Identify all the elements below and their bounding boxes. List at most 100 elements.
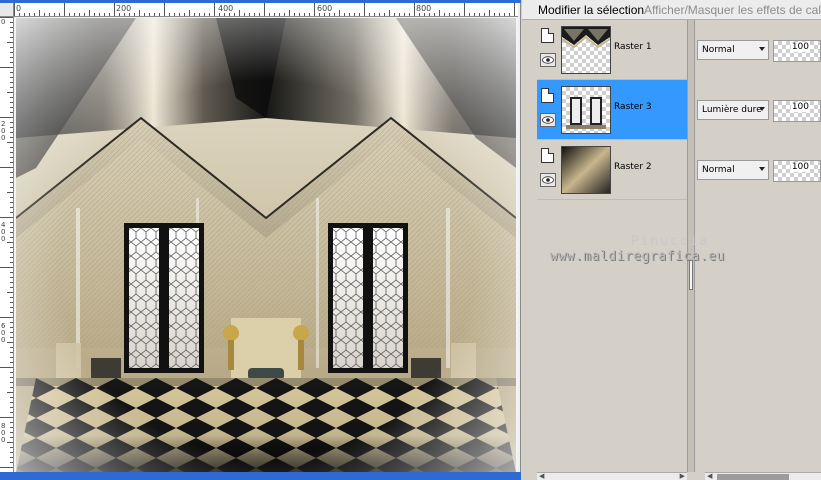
blend-mode-value: Normal (702, 165, 735, 175)
ruler-tick (299, 13, 300, 16)
ruler-tick (179, 13, 180, 16)
ruler-tick (204, 13, 205, 16)
scroll-left-icon[interactable]: ◀ (707, 473, 712, 480)
ruler-tick (7, 292, 13, 293)
ruler-tick (0, 67, 13, 68)
ruler-tick (199, 13, 200, 16)
layer-list: Raster 1 Raster 3 Raster 2 Normal 100 Lu… (522, 20, 821, 472)
ruler-tick (94, 13, 95, 16)
ruler-tick (0, 217, 13, 218)
tab-modify-selection[interactable]: Modifier la sélection (538, 3, 644, 17)
page-icon[interactable] (541, 148, 554, 163)
layer-row-raster-2[interactable]: Raster 2 (537, 140, 687, 200)
ruler-tick (10, 282, 13, 283)
layer-name[interactable]: Raster 2 (614, 162, 652, 172)
ruler-tick (10, 322, 13, 323)
ruler-tick (0, 17, 13, 18)
opacity-field[interactable]: 100 (773, 100, 821, 122)
ruler-tick (369, 13, 370, 16)
opacity-field[interactable]: 100 (773, 40, 821, 62)
ruler-tick (0, 117, 13, 118)
ruler-tick (269, 13, 270, 16)
ruler-tick (7, 192, 13, 193)
layer-thumbnail[interactable] (561, 86, 611, 134)
ruler-tick (10, 172, 13, 173)
ruler-tick (99, 13, 100, 16)
ruler-tick (39, 10, 40, 16)
ruler-v-label: 200 (1, 120, 6, 142)
ruler-tick (64, 3, 65, 16)
ruler-tick (509, 13, 510, 16)
ruler-tick (114, 3, 115, 16)
ruler-tick (10, 272, 13, 273)
layer-name[interactable]: Raster 3 (614, 102, 652, 112)
ruler-tick (159, 13, 160, 16)
ruler-tick (7, 342, 13, 343)
ruler-tick (10, 127, 13, 128)
ruler-tick (10, 387, 13, 388)
layer-row-raster-3[interactable]: Raster 3 (537, 80, 687, 140)
ruler-h-label: 0 (16, 4, 22, 13)
ruler-tick (59, 13, 60, 16)
artwork-image[interactable] (16, 18, 516, 472)
layer-names-scrollbar[interactable]: ◀ ▶ (537, 472, 687, 480)
scroll-left-icon[interactable]: ◀ (539, 473, 544, 480)
ruler-tick (409, 13, 410, 16)
ruler-tick (10, 202, 13, 203)
ruler-tick (294, 13, 295, 16)
ruler-tick (7, 42, 13, 43)
eye-icon[interactable] (540, 53, 556, 67)
ruler-tick (0, 167, 13, 168)
ruler-tick (10, 62, 13, 63)
blend-mode-select[interactable]: Normal (697, 40, 769, 60)
ruler-tick (84, 13, 85, 16)
ruler-tick (119, 13, 120, 16)
ruler-tick (10, 407, 13, 408)
ruler-tick (10, 52, 13, 53)
ruler-tick (414, 3, 415, 16)
ruler-tick (10, 232, 13, 233)
layer-thumbnail[interactable] (561, 146, 611, 194)
layer-visibility-column (537, 140, 559, 200)
tab-toggle-layer-effects[interactable]: Afficher/Masquer les effets de calque (644, 3, 821, 17)
ruler-tick (429, 13, 430, 16)
ruler-tick (394, 13, 395, 16)
ruler-h-label: 400 (218, 4, 234, 13)
ruler-tick (154, 13, 155, 16)
splitter-grip[interactable] (689, 260, 693, 290)
ruler-tick (69, 13, 70, 16)
blend-mode-select[interactable]: Normal (697, 160, 769, 180)
layer-row-raster-1[interactable]: Raster 1 (537, 20, 687, 80)
ruler-tick (344, 13, 345, 16)
ruler-tick (359, 13, 360, 16)
eye-icon[interactable] (540, 173, 556, 187)
page-icon[interactable] (541, 88, 554, 103)
image-canvas[interactable] (14, 17, 518, 472)
ruler-tick (514, 3, 515, 16)
layer-name[interactable]: Raster 1 (614, 42, 652, 52)
blend-mode-select[interactable]: Lumière dure (697, 100, 769, 120)
ruler-tick (10, 372, 13, 373)
ruler-tick (10, 412, 13, 413)
eye-icon[interactable] (540, 113, 556, 127)
ruler-tick (10, 162, 13, 163)
ruler-tick (10, 307, 13, 308)
ruler-tick (10, 197, 13, 198)
ruler-tick (10, 72, 13, 73)
layer-thumbnail[interactable] (561, 26, 611, 74)
ruler-tick (189, 10, 190, 16)
ruler-tick (274, 13, 275, 16)
ruler-tick (504, 13, 505, 16)
page-icon[interactable] (541, 28, 554, 43)
opacity-field[interactable]: 100 (773, 160, 821, 182)
ruler-tick (194, 13, 195, 16)
ruler-tick (10, 87, 13, 88)
scroll-right-icon[interactable]: ▶ (680, 473, 685, 480)
ruler-tick (24, 13, 25, 16)
ruler-tick (10, 382, 13, 383)
ruler-tick (34, 13, 35, 16)
ruler-tick (264, 3, 265, 16)
scrollbar-thumb[interactable] (717, 474, 789, 480)
layer-props-scrollbar[interactable]: ◀ (705, 472, 821, 480)
ruler-tick (139, 10, 140, 16)
